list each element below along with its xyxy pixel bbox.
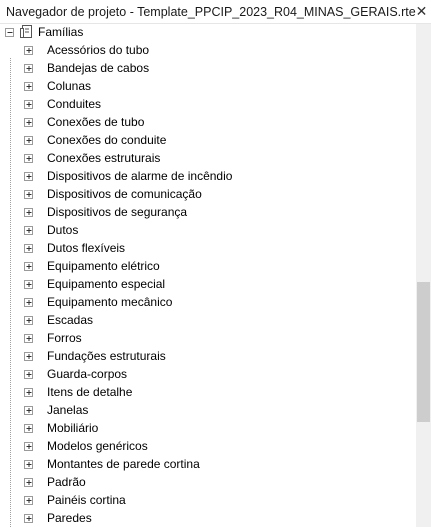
project-tree: Famílias Acessórios do tubo Bandejas de c… <box>0 22 416 527</box>
tree-node-label: Bandejas de cabos <box>47 61 150 75</box>
tree-node-guarda-corpos[interactable]: Guarda-corpos <box>0 365 416 383</box>
expand-icon[interactable] <box>24 514 33 523</box>
tree-node-bandejas-de-cabos[interactable]: Bandejas de cabos <box>0 59 416 77</box>
tree-node-conex-es-de-tubo[interactable]: Conexões de tubo <box>0 113 416 131</box>
tree-node-label: Conexões estruturais <box>47 151 161 165</box>
tree-node-dispositivos-de-seguran-a[interactable]: Dispositivos de segurança <box>0 203 416 221</box>
tree-node-paredes[interactable]: Paredes <box>0 509 416 527</box>
tree-node-label: Dutos <box>47 223 79 237</box>
tree-node-modelos-gen-ricos[interactable]: Modelos genéricos <box>0 437 416 455</box>
expand-icon[interactable] <box>24 46 33 55</box>
tree-node-dispositivos-de-alarme-de-inc-ndio[interactable]: Dispositivos de alarme de incêndio <box>0 167 416 185</box>
tree-node-label: Painéis cortina <box>47 493 126 507</box>
expand-icon[interactable] <box>24 226 33 235</box>
expand-icon[interactable] <box>24 136 33 145</box>
expand-icon[interactable] <box>24 478 33 487</box>
tree-node-label: Dispositivos de comunicação <box>47 187 202 201</box>
expand-icon[interactable] <box>24 190 33 199</box>
tree-node-label: Forros <box>47 331 82 345</box>
expand-icon[interactable] <box>24 370 33 379</box>
tree-node-forros[interactable]: Forros <box>0 329 416 347</box>
tree-node-padr-o[interactable]: Padrão <box>0 473 416 491</box>
expand-icon[interactable] <box>24 460 33 469</box>
tree-node-janelas[interactable]: Janelas <box>0 401 416 419</box>
close-icon[interactable]: ✕ <box>414 2 429 20</box>
tree-node-label: Mobiliário <box>47 421 99 435</box>
expand-icon[interactable] <box>24 118 33 127</box>
expand-icon[interactable] <box>24 298 33 307</box>
families-folder-icon <box>19 24 35 40</box>
tree-node-label: Guarda-corpos <box>47 367 128 381</box>
tree-node-montantes-de-parede-cortina[interactable]: Montantes de parede cortina <box>0 455 416 473</box>
tree-node-acess-rios-do-tubo[interactable]: Acessórios do tubo <box>0 41 416 59</box>
expand-icon[interactable] <box>24 64 33 73</box>
tree-node-itens-de-detalhe[interactable]: Itens de detalhe <box>0 383 416 401</box>
tree-node-escadas[interactable]: Escadas <box>0 311 416 329</box>
expand-icon[interactable] <box>24 334 33 343</box>
tree-node-equipamento-especial[interactable]: Equipamento especial <box>0 275 416 293</box>
expand-icon[interactable] <box>24 316 33 325</box>
expand-icon[interactable] <box>24 280 33 289</box>
tree-node-label: Equipamento mecânico <box>47 295 173 309</box>
expand-icon[interactable] <box>24 496 33 505</box>
tree-node-label: Acessórios do tubo <box>47 43 150 57</box>
tree-node-conex-es-do-conduite[interactable]: Conexões do conduite <box>0 131 416 149</box>
expand-icon[interactable] <box>24 442 33 451</box>
tree-node-label: Colunas <box>47 79 92 93</box>
tree-node-label: Dutos flexíveis <box>47 241 126 255</box>
tree-node-label: Padrão <box>47 475 86 489</box>
tree-node-label: Equipamento elétrico <box>47 259 160 273</box>
expand-icon[interactable] <box>24 406 33 415</box>
tree-node-conex-es-estruturais[interactable]: Conexões estruturais <box>0 149 416 167</box>
scrollbar-thumb[interactable] <box>417 282 430 422</box>
tree-node-dispositivos-de-comunica-o[interactable]: Dispositivos de comunicação <box>0 185 416 203</box>
panel-title: Navegador de projeto - Template_PPCIP_20… <box>6 5 416 19</box>
expand-icon[interactable] <box>24 388 33 397</box>
tree-node-label: Conduites <box>47 97 102 111</box>
tree-node-label: Escadas <box>47 313 94 327</box>
tree-node-label: Dispositivos de alarme de incêndio <box>47 169 233 183</box>
tree-node-familias[interactable]: Famílias <box>0 23 416 41</box>
expand-icon[interactable] <box>24 424 33 433</box>
tree-node-equipamento-el-trico[interactable]: Equipamento elétrico <box>0 257 416 275</box>
project-browser-panel: Navegador de projeto - Template_PPCIP_20… <box>0 0 431 527</box>
tree-node-colunas[interactable]: Colunas <box>0 77 416 95</box>
tree-root-label: Famílias <box>38 25 84 39</box>
tree-node-dutos-flex-veis[interactable]: Dutos flexíveis <box>0 239 416 257</box>
tree-node-label: Itens de detalhe <box>47 385 133 399</box>
tree-node-label: Dispositivos de segurança <box>47 205 188 219</box>
expand-icon[interactable] <box>24 154 33 163</box>
tree-node-label: Modelos genéricos <box>47 439 148 453</box>
expand-icon[interactable] <box>24 172 33 181</box>
vertical-scrollbar[interactable] <box>416 24 431 527</box>
panel-titlebar: Navegador de projeto - Template_PPCIP_20… <box>0 0 431 24</box>
tree-node-label: Montantes de parede cortina <box>47 457 200 471</box>
tree-node-funda-es-estruturais[interactable]: Fundações estruturais <box>0 347 416 365</box>
collapse-icon[interactable] <box>5 28 14 37</box>
tree-node-mobili-rio[interactable]: Mobiliário <box>0 419 416 437</box>
tree-node-conduites[interactable]: Conduites <box>0 95 416 113</box>
tree-node-equipamento-mec-nico[interactable]: Equipamento mecânico <box>0 293 416 311</box>
tree-node-label: Conexões de tubo <box>47 115 145 129</box>
tree-node-label: Conexões do conduite <box>47 133 167 147</box>
tree-node-dutos[interactable]: Dutos <box>0 221 416 239</box>
expand-icon[interactable] <box>24 82 33 91</box>
tree-node-pain-is-cortina[interactable]: Painéis cortina <box>0 491 416 509</box>
tree-node-label: Janelas <box>47 403 89 417</box>
expand-icon[interactable] <box>24 352 33 361</box>
expand-icon[interactable] <box>24 100 33 109</box>
tree-node-label: Equipamento especial <box>47 277 166 291</box>
tree-node-label: Fundações estruturais <box>47 349 166 363</box>
expand-icon[interactable] <box>24 262 33 271</box>
expand-icon[interactable] <box>24 208 33 217</box>
expand-icon[interactable] <box>24 244 33 253</box>
tree-node-label: Paredes <box>47 511 92 525</box>
